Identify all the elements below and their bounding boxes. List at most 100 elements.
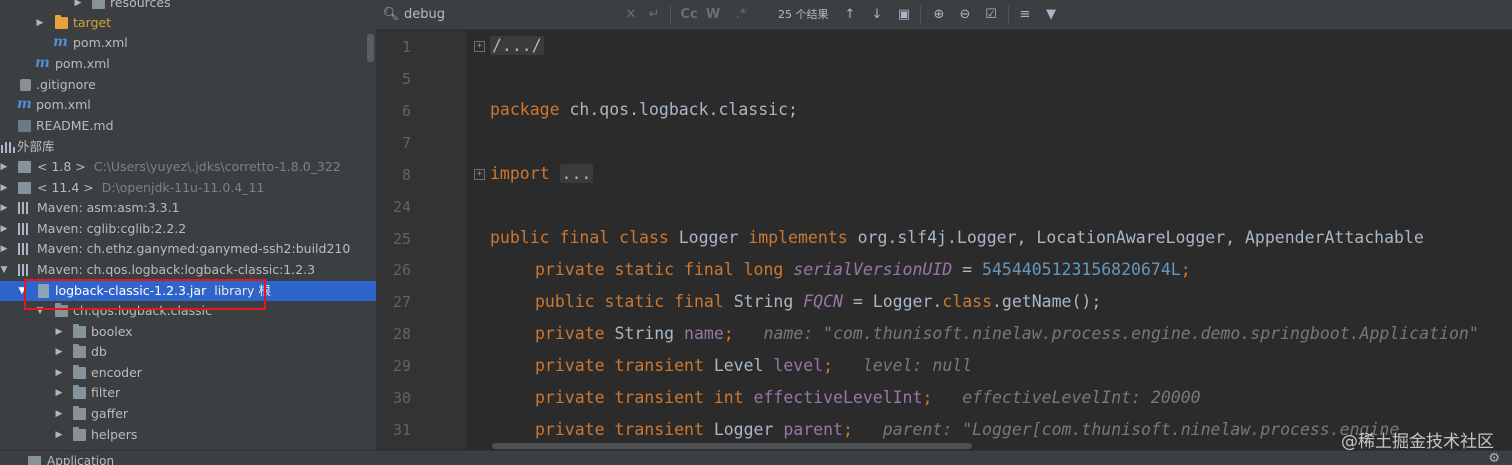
watermark: @稀土掘金技术社区 [1341,432,1494,452]
add-occurrence-icon[interactable]: ⊕ [930,0,948,30]
tree-item-label: pom.xml [36,97,91,112]
line-number: 24 [392,198,411,216]
line-number: 27 [392,293,411,311]
inline-debug-value: name: "com.thunisoft.ninelaw.process.eng… [763,324,1479,343]
code-line-8: import ... [490,164,594,183]
chevron-right-icon[interactable]: ▶ [0,198,10,218]
search-input[interactable]: debug [404,5,614,25]
line-number: 6 [401,102,411,120]
folded-region[interactable]: /.../ [490,36,544,55]
tree-item-resources[interactable]: ▶ resources [0,0,376,13]
line-number: 8 [401,166,411,184]
fold-plus-icon[interactable]: + [474,41,485,52]
chevron-right-icon[interactable]: ▶ [53,404,65,424]
chevron-right-icon[interactable]: ▶ [0,157,10,177]
folder-icon [73,406,86,420]
tree-item-label: < 11.4 > D:\openjdk-11u-11.0.4_11 [37,180,265,195]
tree-item-label: pom.xml [55,56,110,71]
scrollbar-thumb[interactable] [492,443,972,449]
tree-item-jdk-1-8[interactable]: ▶ < 1.8 > C:\Users\yuyez\.jdks\corretto-1… [0,157,376,177]
select-all-occurrences-icon[interactable]: ☑ [982,0,1000,30]
tree-item-label: boolex [91,324,133,339]
words-button[interactable]: W [704,0,722,30]
tree-item-filter[interactable]: ▶ filter [0,383,376,403]
line-number: 5 [401,70,411,88]
chevron-right-icon[interactable]: ▶ [0,219,10,239]
arrow-down-icon[interactable]: ↓ [869,0,885,30]
library-bars-icon [18,264,32,276]
gear-icon[interactable]: ⚙ [1488,451,1500,465]
filter-options-icon[interactable]: ≡ [1016,0,1034,30]
line-number: 7 [401,134,411,152]
library-bars-icon [18,202,32,214]
tree-item-label: target [73,15,112,30]
chevron-right-icon[interactable]: ▶ [53,425,65,445]
tree-item-boolex[interactable]: ▶ boolex [0,322,376,342]
search-icon[interactable]: 🔍︎ [382,0,400,30]
separator [920,6,921,24]
folder-icon [73,324,86,338]
line-number: 25 [392,230,411,248]
tree-item-jdk-11-4[interactable]: ▶ < 11.4 > D:\openjdk-11u-11.0.4_11 [0,178,376,198]
chevron-right-icon[interactable]: ▶ [53,383,65,403]
tree-item-maven-logback[interactable]: ▼ Maven: ch.qos.logback:logback-classic:… [0,260,376,280]
arrow-up-icon[interactable]: ↑ [842,0,858,30]
result-count: 25 个结果 [778,8,829,21]
tree-item-db[interactable]: ▶ db [0,342,376,362]
tree-item-label: helpers [91,427,138,442]
tree-item-label: db [91,344,107,359]
select-all-icon[interactable]: ▣ [896,0,912,30]
tree-item-maven-asm[interactable]: ▶ Maven: asm:asm:3.3.1 [0,198,376,218]
code-line-25: public final class Logger implements org… [490,228,1424,247]
chevron-down-icon[interactable]: ▼ [0,260,10,280]
inline-debug-value: parent: "Logger[com.thunisoft.ninelaw.pr… [882,420,1400,439]
line-number: 1 [401,38,411,56]
tree-item-pom[interactable]: m pom.xml [0,54,376,74]
tree-item-label: gaffer [91,406,129,421]
clear-icon[interactable]: ✕ [624,0,638,30]
tree-item-pom[interactable]: m pom.xml [0,95,376,115]
tree-item-label: filter [91,385,121,400]
separator [1008,6,1009,24]
library-bars-icon [18,243,32,255]
tree-item-maven-ganymed[interactable]: ▶ Maven: ch.ethz.ganymed:ganymed-ssh2:bu… [0,239,376,259]
tree-item-label: pom.xml [73,35,128,50]
code-line-29: private transient Level level; level: nu… [535,356,973,375]
tree-item-encoder[interactable]: ▶ encoder [0,363,376,383]
folded-region[interactable]: ... [559,164,594,183]
chevron-right-icon[interactable]: ▶ [0,239,10,259]
inline-debug-value: effectiveLevelInt: 20000 [962,388,1201,407]
chevron-right-icon[interactable]: ▶ [0,178,10,198]
match-case-button[interactable]: Cc [678,0,700,30]
tree-item-pom[interactable]: m pom.xml [0,33,376,53]
remove-occurrence-icon[interactable]: ⊖ [956,0,974,30]
application-tab[interactable]: Application [47,454,114,465]
tree-item-external-libraries[interactable]: 外部库 [0,137,376,157]
chevron-right-icon[interactable]: ▶ [34,13,46,33]
tool-window-bar: Application ⚙ [0,450,1512,465]
tree-item-gitignore[interactable]: .gitignore [0,75,376,95]
filter-icon[interactable]: ▼ [1042,0,1060,30]
fold-plus-icon[interactable]: + [474,169,485,180]
regex-button[interactable]: .* [732,0,750,30]
code-editor[interactable]: + /.../ package ch.qos.logback.classic; … [466,30,1512,450]
code-line-30: private transient int effectiveLevelInt;… [535,388,1201,407]
code-line-1: /.../ [490,36,544,55]
tree-item-helpers[interactable]: ▶ helpers [0,425,376,445]
chevron-right-icon[interactable]: ▶ [53,342,65,362]
folder-icon [73,385,86,399]
tree-item-gaffer[interactable]: ▶ gaffer [0,404,376,424]
new-line-icon[interactable]: ↵ [646,0,662,30]
tree-item-target[interactable]: ▶ target [0,13,376,33]
chevron-right-icon[interactable]: ▶ [53,363,65,383]
maven-icon: m [53,34,68,50]
tree-item-maven-cglib[interactable]: ▶ Maven: cglib:cglib:2.2.2 [0,219,376,239]
maven-icon: m [35,55,50,71]
gitignore-icon [20,79,31,91]
chevron-right-icon[interactable]: ▶ [53,322,65,342]
tree-item-readme[interactable]: README.md [0,116,376,136]
tree-scrollbar[interactable] [367,34,374,62]
code-line-6: package ch.qos.logback.classic; [490,100,798,119]
chevron-right-icon[interactable]: ▶ [72,0,84,13]
library-bars-icon [18,223,32,235]
